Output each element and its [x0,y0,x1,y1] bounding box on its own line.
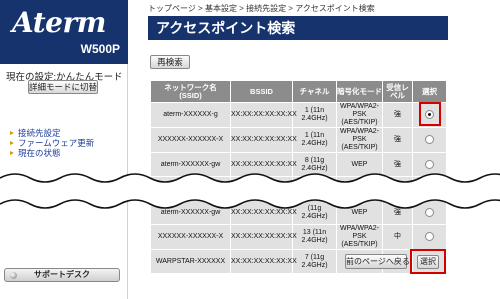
torn-page-white-band [0,174,500,208]
breadcrumb: トップページ > 基本設定 > 接続先設定 > アクセスポイント検索 [148,4,375,13]
rescan-button[interactable]: 再検索 [150,55,190,69]
table-row[interactable]: aterm-XXXXXX-g XX:XX:XX:XX:XX:XX 1 (11n 2.… [150,102,447,128]
torn-edge-bottom [0,199,500,209]
col-channel-header-label: チャネル [299,86,330,96]
selected-radio-highlight [419,102,441,126]
col-ssid-header-label: ネットワーク名 (SSID) [164,82,217,100]
channel-cell: 13 (11n 2.4GHz) [292,224,337,250]
col-encryption-header: 暗号化モード [336,80,383,103]
sidebar: Aterm W500P 現在の設定:かんたんモード 詳細モードに切替 接続先設定… [0,0,128,299]
bssid-cell: XX:XX:XX:XX:XX:XX [230,224,297,250]
sidebar-item-connection-settings[interactable]: 接続先設定 [10,128,94,138]
encryption-cell: WPA/WPA2- PSK (AES/TKIP) [336,224,383,250]
encryption-cell: WPA/WPA2- PSK (AES/TKIP) [336,127,383,153]
col-select-header-label: 選択 [422,86,437,96]
ssid-cell: XXXXXX-XXXXXX-X [150,224,231,250]
select-radio[interactable] [425,232,434,242]
select-cell [412,224,447,250]
bssid-cell: XX:XX:XX:XX:XX:XX [230,127,297,153]
sidebar-item-current-status[interactable]: 現在の状態 [10,148,94,158]
support-desk-label: サポートデスク [34,270,90,279]
col-ssid-header: ネットワーク名 (SSID) [150,80,231,103]
channel-cell: 1 (11n 2.4GHz) [292,127,337,153]
torn-page-separator [0,173,500,209]
ssid-cell: XXXXXX-XXXXXX-X [150,127,231,153]
ssid-cell: aterm-XXXXXX-g [150,102,231,128]
channel-cell: 1 (11n 2.4GHz) [292,102,337,128]
page-title: アクセスポイント検索 [148,16,448,40]
aterm-logo: Aterm [12,6,106,39]
col-level-header: 受信レベル [382,80,413,103]
col-bssid-header: BSSID [230,80,293,103]
select-cell [412,127,447,153]
table-row[interactable]: XXXXXX-XXXXXX-X XX:XX:XX:XX:XX:XX 13 (11n … [150,224,447,250]
signal-level-cell: 中 [382,224,413,250]
bssid-cell: XX:XX:XX:XX:XX:XX [230,102,297,128]
signal-level-cell: 強 [382,127,413,153]
select-radio[interactable] [425,135,434,145]
channel-cell: 7 (11g 2.4GHz) [292,249,337,274]
signal-level-cell: 強 [382,102,413,128]
encryption-cell: WPA/WPA2- PSK (AES/TKIP) [336,102,383,128]
table-row[interactable]: XXXXXX-XXXXXX-X XX:XX:XX:XX:XX:XX 1 (11n 2… [150,127,447,153]
col-channel-header: チャネル [292,80,337,103]
ssid-cell: WARPSTAR-XXXXXX [150,249,231,274]
col-select-header: 選択 [412,80,447,103]
sidebar-nav: 接続先設定 ファームウェア更新 現在の状態 [10,128,94,158]
switch-detail-mode-button[interactable]: 詳細モードに切替 [28,80,98,94]
col-level-header-label: 受信レベル [386,82,409,100]
bssid-cell: XX:XX:XX:XX:XX:XX [230,249,297,274]
support-desk-button[interactable]: サポートデスク [4,268,120,282]
select-button[interactable]: 選択 [417,255,439,269]
back-button[interactable]: 前のページへ戻る [345,254,410,269]
model-name: W500P [80,42,120,56]
col-bssid-header-label: BSSID [250,86,273,96]
sidebar-item-firmware-update[interactable]: ファームウェア更新 [10,138,94,148]
col-encryption-header-label: 暗号化モード [337,86,382,96]
table-header-row: ネットワーク名 (SSID) BSSID チャネル 暗号化モード 受信レベル 選… [150,80,447,103]
support-bullet-icon [10,272,17,279]
app-root: Aterm W500P 現在の設定:かんたんモード 詳細モードに切替 接続先設定… [0,0,500,299]
logo-band: Aterm W500P [0,0,128,64]
